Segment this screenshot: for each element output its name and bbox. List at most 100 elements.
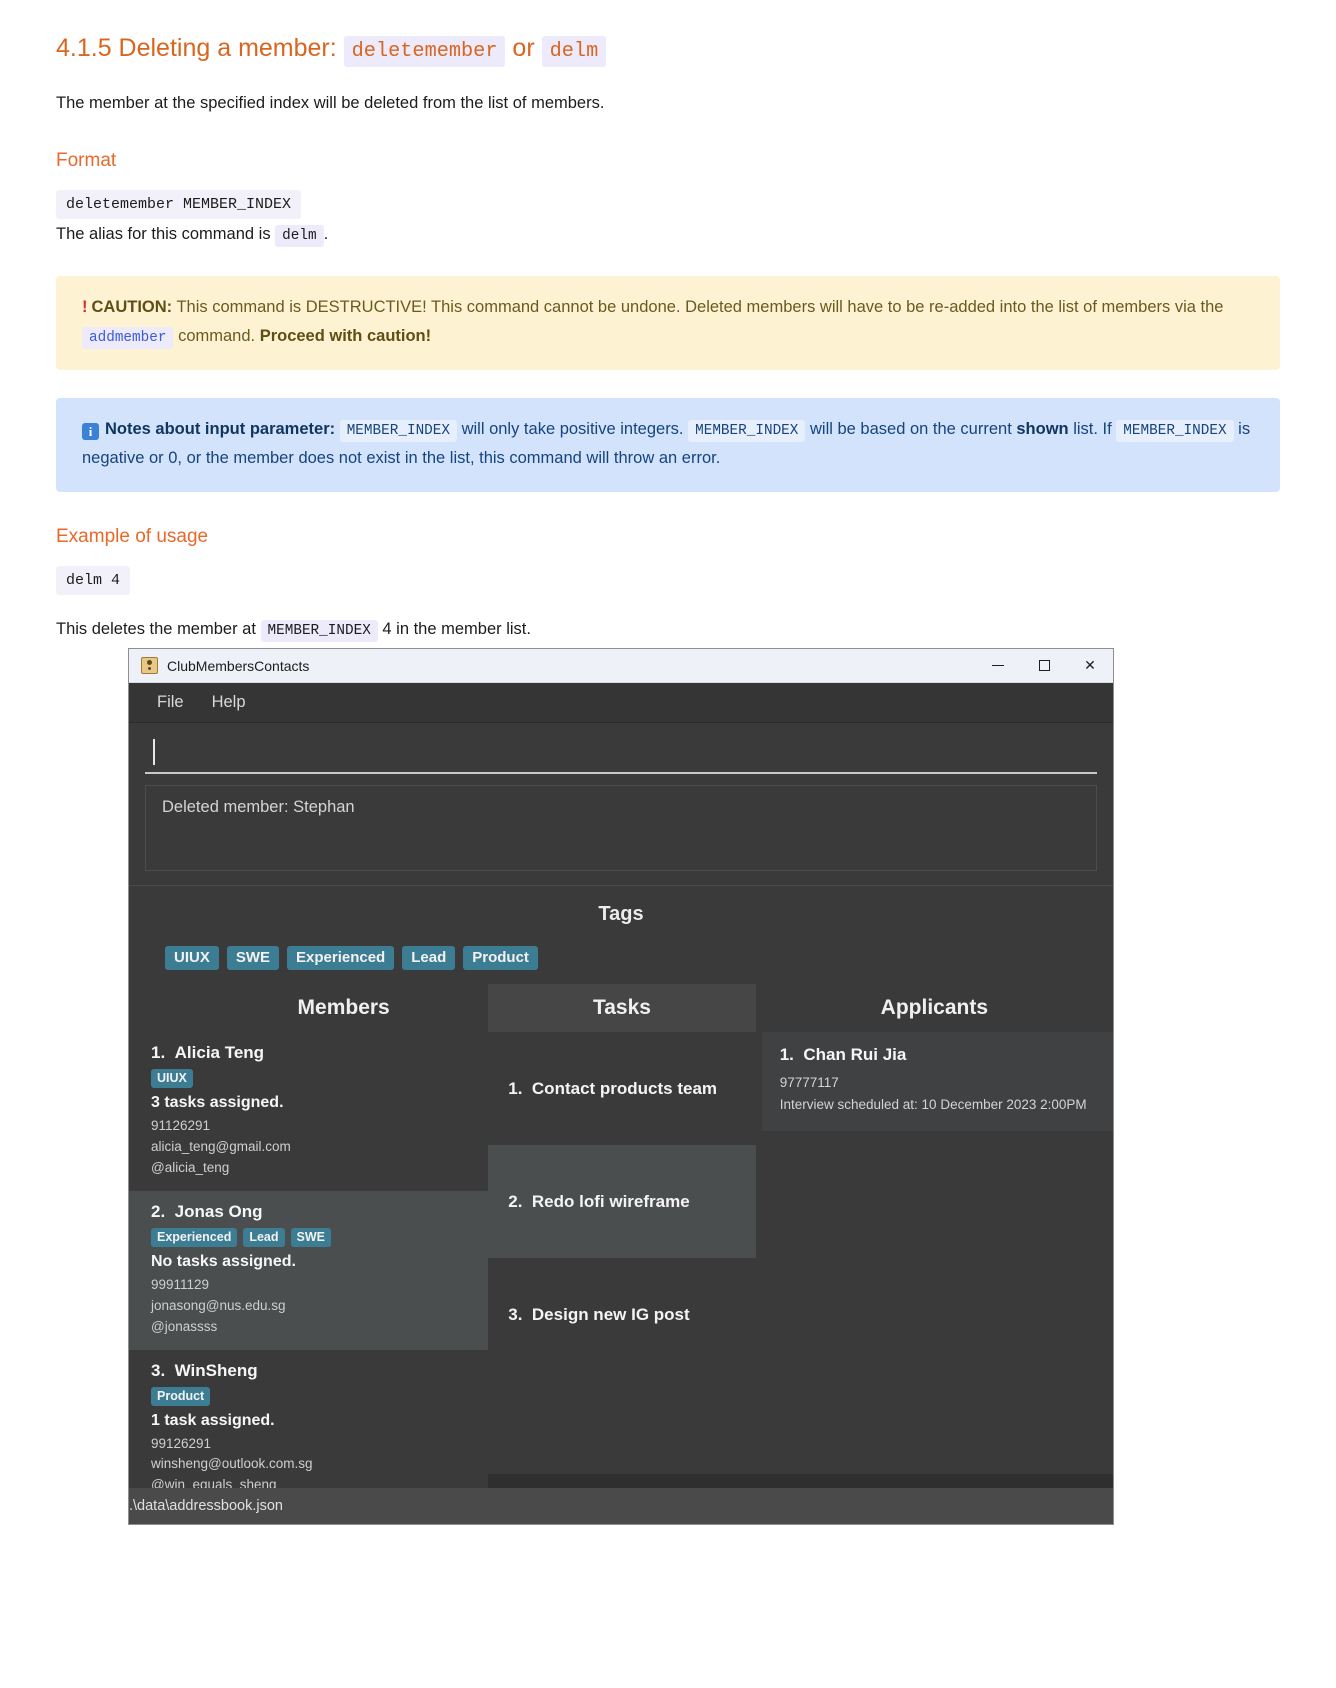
notes-text-3: list. If [1068,420,1117,439]
member-email: jonasong@nus.edu.sg [151,1297,286,1313]
caution-callout: ! CAUTION: This command is DESTRUCTIVE! T… [56,276,1280,371]
notes-text-2: will be based on the current [805,420,1017,439]
list-item[interactable]: 2. Redo lofi wireframe [488,1145,756,1258]
member-index: 3. [151,1360,166,1380]
list-item[interactable]: 1. Contact products team [488,1032,756,1145]
tag-chip: SWE [290,1227,332,1247]
minimize-icon[interactable] [975,649,1021,682]
window-title: ClubMembersContacts [167,657,310,674]
tag-chip: Lead [243,1227,285,1247]
alias-suffix-text: . [323,225,329,244]
member-tag-list: Experienced Lead SWE [151,1227,472,1247]
member-index-code-1: MEMBER_INDEX [339,420,457,443]
task-label: Redo lofi wireframe [531,1191,690,1211]
task-index: 3. [508,1304,523,1324]
list-item[interactable]: 3. Design new IG post [488,1258,756,1371]
command-name-code: deletemember [343,36,506,67]
format-code-block: deletemember MEMBER_INDEX [56,190,1280,220]
example-heading: Example of usage [56,526,209,548]
task-index: 1. [508,1078,523,1098]
member-name-text: Alicia Teng [174,1043,265,1062]
notes-text-1: will only take positive integers. [457,420,689,439]
applicant-name-text: Chan Rui Jia [803,1045,907,1064]
list-item[interactable]: 1. Chan Rui Jia 97777117 Interview sched… [761,1032,1113,1132]
applicants-panel: Applicants 1. Chan Rui Jia 97777117 Inte… [756,984,1113,1474]
tags-panel-title: Tags [598,903,644,925]
tag-list: UIUX SWE Experienced Lead Product [129,946,1113,970]
member-name-text: Jonas Ong [174,1201,263,1221]
member-email: winsheng@outlook.com.sg [151,1456,313,1472]
tag-chip[interactable]: Lead [402,946,456,970]
list-item[interactable]: 1. Alicia Teng UIUX 3 tasks assigned. 91… [129,1032,489,1191]
members-panel: Members 1. Alicia Teng UIUX 3 tasks assi… [129,984,489,1509]
member-phone: 99911129 [151,1276,210,1292]
command-alias-code: delm [541,36,607,67]
app-user-icon [141,657,158,674]
exclamation-icon: ! [82,298,88,317]
window-titlebar: ClubMembersContacts ✕ [129,649,1113,683]
list-item[interactable]: 2. Jonas Ong Experienced Lead SWE No tas… [129,1190,489,1350]
caution-bold-tail: Proceed with caution! [259,326,432,345]
member-index-code-3: MEMBER_INDEX [1116,420,1234,443]
format-heading: Format [56,150,117,172]
member-handle: @jonassss [151,1318,218,1334]
applicant-name: 1. Chan Rui Jia [780,1045,1095,1065]
member-name-text: WinSheng [174,1360,258,1380]
menu-item-file[interactable]: File [143,689,198,716]
example-suffix-text: 4 in the member list. [377,620,531,639]
status-bar: .\data\addressbook.json [129,1488,1113,1524]
applicants-panel-title: Applicants [880,996,989,1019]
alias-paragraph: The alias for this command is delm. [56,225,1280,248]
status-bar-path: .\data\addressbook.json [129,1498,283,1514]
tag-chip[interactable]: UIUX [165,946,219,970]
page-title-text: 4.1.5 Deleting a member: [56,34,344,62]
main-columns: Members 1. Alicia Teng UIUX 3 tasks assi… [129,984,1113,1509]
member-name: 3. WinSheng [151,1361,472,1381]
list-item[interactable]: 3. WinSheng Product 1 task assigned. 991… [129,1349,489,1509]
example-description: This deletes the member at MEMBER_INDEX … [56,617,1280,643]
close-icon[interactable]: ✕ [1067,649,1113,682]
applicant-phone: 97777117 [779,1075,839,1090]
caution-text-1: This command is DESTRUCTIVE! This comman… [172,298,1224,317]
member-email: alicia_teng@gmail.com [151,1138,291,1154]
tag-chip[interactable]: Experienced [287,946,395,970]
tasks-panel-title: Tasks [488,984,756,1032]
tag-chip[interactable]: SWE [226,946,280,970]
text-caret [153,739,155,765]
addmember-code: addmember [82,326,174,349]
member-index: 1. [151,1043,166,1062]
example-code-block: delm 4 [56,566,1280,596]
tags-panel: Tags UIUX SWE Experienced Lead Product [129,885,1113,984]
tag-chip: UIUX [151,1069,193,1088]
maximize-icon[interactable] [1021,649,1067,682]
member-task-count: 1 task assigned. [151,1411,275,1429]
member-task-count: 3 tasks assigned. [151,1094,284,1111]
menu-item-help[interactable]: Help [198,689,260,716]
documentation-body: 4.1.5 Deleting a member: deletemember or… [0,0,1336,643]
task-index: 2. [508,1191,523,1211]
applicant-interview: Interview scheduled at: 10 December 2023… [779,1096,1087,1112]
format-code: deletemember MEMBER_INDEX [56,190,302,220]
alias-code: delm [275,225,324,248]
page-title: 4.1.5 Deleting a member: deletemember or… [56,32,1280,67]
notes-label: Notes about input parameter: [105,420,336,439]
member-phone: 99126291 [151,1435,212,1451]
menu-bar: File Help [129,683,1113,723]
notes-bold-shown: shown [1016,420,1069,439]
notes-callout: i Notes about input parameter: MEMBER_IND… [56,398,1280,493]
member-name: 2. Jonas Ong [151,1202,472,1222]
command-input[interactable] [145,735,1097,774]
window-controls: ✕ [975,649,1113,682]
tag-chip: Product [151,1386,211,1406]
tag-chip[interactable]: Product [463,946,538,970]
result-display-wrap: Deleted member: Stephan [129,777,1113,885]
task-label: Design new IG post [531,1304,690,1324]
caution-label: CAUTION: [91,298,173,317]
intro-paragraph: The member at the specified index will b… [56,94,605,113]
member-name: 1. Alicia Teng [151,1043,472,1063]
caution-text-2: command. [173,326,260,345]
example-prefix-text: This deletes the member at [56,620,261,639]
members-panel-title: Members [297,996,390,1019]
tasks-panel: Tasks 1. Contact products team 2. Redo l… [488,984,756,1474]
task-label: Contact products team [531,1078,718,1098]
